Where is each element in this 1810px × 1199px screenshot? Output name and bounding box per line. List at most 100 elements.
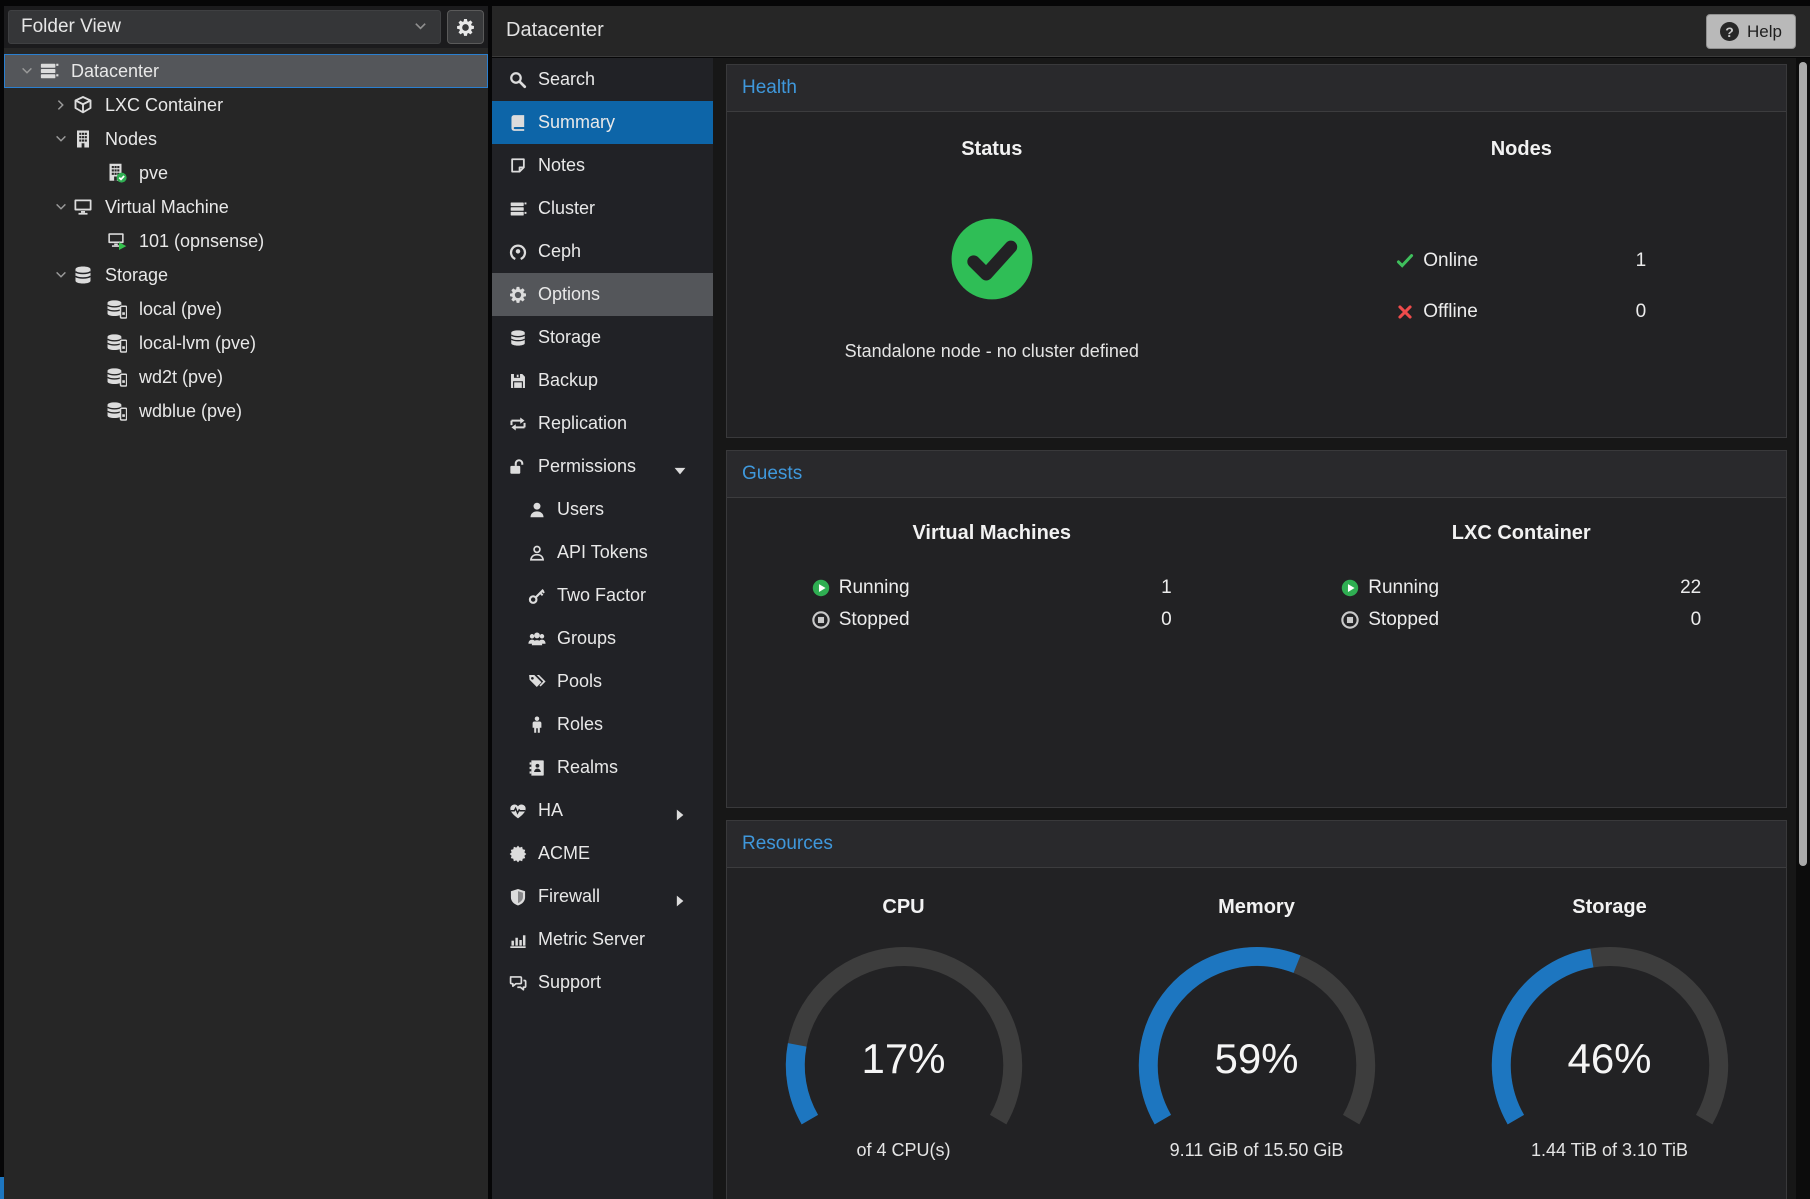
expander-down-icon[interactable] xyxy=(15,64,39,78)
cube-icon xyxy=(73,95,93,115)
menu-item-ha[interactable]: HA xyxy=(492,789,713,832)
expander-down-icon[interactable] xyxy=(49,132,73,146)
menu-item-support[interactable]: Support xyxy=(492,961,713,1004)
expander-down-icon[interactable] xyxy=(49,200,73,214)
tree-item-label: wd2t (pve) xyxy=(139,367,223,388)
chevron-down-icon[interactable] xyxy=(54,132,68,146)
tree-item-label: Virtual Machine xyxy=(105,197,229,218)
content-scrollbar xyxy=(1796,58,1810,1199)
status-ok-icon xyxy=(950,217,1034,301)
menu-item-search[interactable]: Search xyxy=(492,58,713,101)
menu-item-label: Firewall xyxy=(538,886,600,907)
tree-toolbar: Folder View xyxy=(4,6,488,48)
gauge-header: CPU xyxy=(882,896,924,919)
desktop-icon xyxy=(73,197,93,217)
tree-item-storage[interactable]: Storage xyxy=(4,258,488,292)
menu-item-backup[interactable]: Backup xyxy=(492,359,713,402)
tree-settings-button[interactable] xyxy=(447,10,484,44)
chevron-down-icon[interactable] xyxy=(20,64,34,78)
menu-item-label: Metric Server xyxy=(538,929,645,950)
guests-column-header: LXC Container xyxy=(1452,522,1591,545)
menu-item-firewall[interactable]: Firewall xyxy=(492,875,713,918)
db-drive-icon xyxy=(107,401,127,421)
status-message: Standalone node - no cluster defined xyxy=(845,341,1139,362)
menu-item-notes[interactable]: Notes xyxy=(492,144,713,187)
menu-item-label: Support xyxy=(538,972,601,993)
chevron-down-icon[interactable] xyxy=(54,268,68,282)
help-button[interactable]: ? Help xyxy=(1706,14,1796,49)
tree-item-label: Datacenter xyxy=(71,61,159,82)
menu-item-permissions[interactable]: Permissions xyxy=(492,445,713,488)
tree-item-nodes[interactable]: Nodes xyxy=(4,122,488,156)
stat-row-running: Running 22 xyxy=(1341,572,1701,604)
menu-item-roles[interactable]: Roles xyxy=(492,703,713,746)
stat-label: Offline xyxy=(1423,301,1478,323)
db-icon xyxy=(509,329,527,347)
menu-item-realms[interactable]: Realms xyxy=(492,746,713,789)
menu-item-api-tokens[interactable]: API Tokens xyxy=(492,531,713,574)
tree-item-101-opnsense[interactable]: 101 (opnsense) xyxy=(4,224,488,258)
tree-item-wdblue-pve[interactable]: wdblue (pve) xyxy=(4,394,488,428)
building-check-icon xyxy=(107,163,133,183)
stat-label: Running xyxy=(1368,577,1439,599)
tree-item-lxc-container[interactable]: LXC Container xyxy=(4,88,488,122)
expander-right-icon[interactable] xyxy=(49,98,73,112)
stat-value: 1 xyxy=(1636,250,1647,272)
page-title: Datacenter xyxy=(506,19,604,42)
tree-item-local-lvm-pve[interactable]: local-lvm (pve) xyxy=(4,326,488,360)
scrollbar-thumb[interactable] xyxy=(1799,62,1807,866)
menu-item-pools[interactable]: Pools xyxy=(492,660,713,703)
users-icon xyxy=(528,630,546,648)
menu-item-options[interactable]: Options xyxy=(492,273,713,316)
resources-panel: Resources CPU17%of 4 CPU(s)Memory59%9.11… xyxy=(726,820,1787,1199)
stat-value: 1 xyxy=(1161,577,1172,599)
stat-value: 22 xyxy=(1680,577,1701,599)
menu-item-ceph[interactable]: Ceph xyxy=(492,230,713,273)
menu-item-cluster[interactable]: Cluster xyxy=(492,187,713,230)
resource-gauge-cpu: CPU17%of 4 CPU(s) xyxy=(727,896,1080,1161)
menu-item-label: API Tokens xyxy=(557,542,648,563)
menu-item-groups[interactable]: Groups xyxy=(492,617,713,660)
certificate-icon xyxy=(509,845,527,863)
nodes-stats: Online1Offline0 xyxy=(1396,235,1646,337)
help-button-label: Help xyxy=(1747,22,1782,42)
expander-down-icon[interactable] xyxy=(49,268,73,282)
menu-item-replication[interactable]: Replication xyxy=(492,402,713,445)
tree-item-label: local (pve) xyxy=(139,299,222,320)
tree-item-pve[interactable]: pve xyxy=(4,156,488,190)
guests-panel-title: Guests xyxy=(727,451,1786,498)
chevron-right-icon[interactable] xyxy=(54,98,68,112)
menu-item-users[interactable]: Users xyxy=(492,488,713,531)
resource-tree: Datacenter LXC ContainerNodespve Virtual M… xyxy=(4,48,488,428)
tree-item-label: Storage xyxy=(105,265,168,286)
view-selector-combo[interactable]: Folder View xyxy=(8,10,441,44)
gauge-header: Storage xyxy=(1572,896,1646,919)
note-icon xyxy=(509,157,527,175)
menu-item-storage[interactable]: Storage xyxy=(492,316,713,359)
tree-item-wd2t-pve[interactable]: wd2t (pve) xyxy=(4,360,488,394)
menu-item-summary[interactable]: Summary xyxy=(492,101,713,144)
stat-label: Online xyxy=(1423,250,1478,272)
chevron-down-icon[interactable] xyxy=(54,200,68,214)
menu-item-metric-server[interactable]: Metric Server xyxy=(492,918,713,961)
stat-row-stopped: Stopped0 xyxy=(812,604,1172,636)
tree-item-virtual-machine[interactable]: Virtual Machine xyxy=(4,190,488,224)
search-icon xyxy=(509,71,527,89)
menu-item-two-factor[interactable]: Two Factor xyxy=(492,574,713,617)
building-icon xyxy=(73,129,99,149)
menu-item-label: Realms xyxy=(557,757,618,778)
menu-item-acme[interactable]: ACME xyxy=(492,832,713,875)
view-selector-value: Folder View xyxy=(21,16,121,38)
guests-column: Virtual MachinesRunning1Stopped0 xyxy=(727,522,1257,636)
caret-right-icon xyxy=(671,892,689,910)
status-column-header: Status xyxy=(961,138,1022,161)
tree-item-local-pve[interactable]: local (pve) xyxy=(4,292,488,326)
floppy-icon xyxy=(509,372,527,390)
db-icon xyxy=(73,265,93,285)
desktop-play-icon xyxy=(107,231,127,251)
splitter-handle[interactable] xyxy=(0,1177,4,1199)
gear-icon xyxy=(456,18,475,37)
stop-circle-icon xyxy=(1341,611,1359,629)
tree-item-datacenter[interactable]: Datacenter xyxy=(4,54,488,88)
stat-row-running: Running1 xyxy=(812,572,1172,604)
